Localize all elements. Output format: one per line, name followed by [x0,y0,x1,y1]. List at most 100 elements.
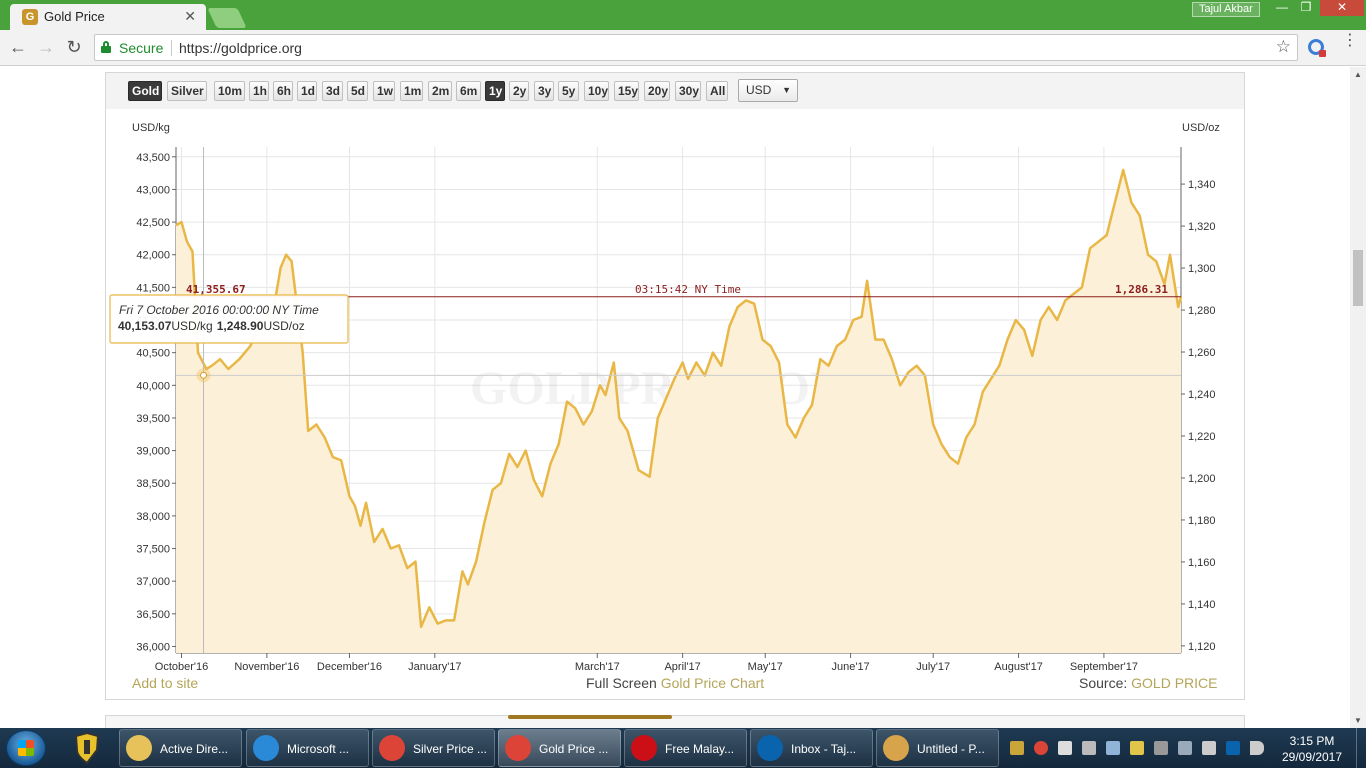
page-scrollbar[interactable]: ▲ ▼ [1350,67,1366,728]
range-button-3d[interactable]: 3d [322,81,343,101]
x-tick-label: July'17 [916,661,950,673]
range-button-all[interactable]: All [706,81,728,101]
url-text[interactable]: https://goldprice.org [179,40,302,56]
browser-title-bar: G Gold Price ✕ Tajul Akbar — ❐ ✕ [0,0,1366,30]
range-button-2y[interactable]: 2y [509,81,529,101]
x-tick-label: September'17 [1070,661,1138,673]
scroll-up-icon[interactable]: ▲ [1354,70,1362,79]
taskbar-item[interactable]: Free Malay... [624,729,747,767]
show-desktop-button[interactable] [1356,728,1366,768]
taskbar-item-label: Untitled - P... [917,742,985,756]
system-clock[interactable]: 3:15 PM 29/09/2017 [1277,733,1347,765]
tab-title: Gold Price [44,9,105,24]
taskbar-item-label: Active Dire... [160,742,229,756]
range-button-5y[interactable]: 5y [558,81,579,101]
tray-flag-icon[interactable] [1058,741,1072,755]
y-right-tick-label: 1,160 [1188,557,1216,569]
tray-usb-icon[interactable] [1154,741,1168,755]
browser-tab[interactable]: G Gold Price ✕ [10,4,206,30]
tray-outlook-icon[interactable] [1226,741,1240,755]
range-button-1w[interactable]: 1w [373,81,395,101]
taskbar-item[interactable]: Gold Price ... [498,729,621,767]
current-time-label: 03:15:42 NY Time [635,283,741,296]
tray-shield-icon[interactable] [1010,741,1024,755]
y-left-tick-label: 43,000 [136,184,170,196]
range-button-silver[interactable]: Silver [167,81,207,101]
profile-button[interactable]: Tajul Akbar [1192,2,1260,17]
x-tick-label: November'16 [234,661,299,673]
source-link[interactable]: GOLD PRICE [1131,675,1217,691]
taskbar-item[interactable]: Active Dire... [119,729,242,767]
tray-network-icon[interactable] [1106,741,1120,755]
tray-chrome-icon[interactable] [1034,741,1048,755]
minimize-button[interactable]: — [1271,0,1293,16]
y-left-tick-label: 37,000 [136,576,170,588]
reload-icon[interactable]: ↻ [64,37,84,57]
range-button-1y[interactable]: 1y [485,81,505,101]
range-button-15y[interactable]: 15y [614,81,639,101]
y-right-tick-label: 1,180 [1188,515,1216,527]
gold-price-chart[interactable]: 43,50043,00042,50042,00041,50041,00040,5… [106,109,1244,673]
chrome-icon [379,735,405,761]
close-window-button[interactable]: ✕ [1320,0,1364,16]
range-button-1h[interactable]: 1h [249,81,269,101]
y-left-tick-label: 38,500 [136,478,170,490]
range-button-3y[interactable]: 3y [534,81,554,101]
range-button-10m[interactable]: 10m [214,81,245,101]
extension-icon[interactable] [1308,39,1326,57]
currency-select[interactable]: USD ▼ [738,79,798,102]
tray-tool-icon[interactable] [1130,741,1144,755]
back-arrow-icon[interactable]: ← [8,37,28,57]
page-content: Gold Silver 10m 1h 6h 1d 3d 5d 1w 1m 2m 6m 1y 2y 3y 5y 1… [0,67,1350,728]
scroll-thumb[interactable] [1353,250,1363,306]
chrome-menu-icon[interactable]: ⋮ [1342,33,1358,49]
y-right-axis-label: USD/oz [1182,122,1220,134]
tooltip-kg-value: 40,153.07 [118,319,172,333]
y-right-tick-label: 1,340 [1188,179,1216,191]
taskbar-item[interactable]: Silver Price ... [372,729,495,767]
range-button-5d[interactable]: 5d [347,81,368,101]
y-left-tick-label: 38,000 [136,511,170,523]
add-to-site-link[interactable]: Add to site [132,675,198,691]
range-button-6m[interactable]: 6m [456,81,481,101]
range-button-10y[interactable]: 10y [584,81,609,101]
address-bar[interactable]: Secure https://goldprice.org ☆ [94,34,1298,61]
taskbar-item[interactable]: Untitled - P... [876,729,999,767]
tray-devices-icon[interactable] [1202,741,1216,755]
fullscreen-chart-link[interactable]: Gold Price Chart [661,675,764,691]
new-tab-button[interactable] [207,8,247,28]
range-button-1m[interactable]: 1m [400,81,423,101]
range-button-2m[interactable]: 2m [428,81,452,101]
dropdown-arrow-icon: ▼ [782,85,791,95]
chrome-icon [505,735,531,761]
maximize-button[interactable]: ❐ [1295,0,1317,16]
taskbar-item-label: Inbox - Taj... [791,742,857,756]
tab-close-icon[interactable]: ✕ [184,8,196,25]
bookmark-star-icon[interactable]: ☆ [1276,37,1291,57]
hover-point [200,371,208,379]
x-tick-label: June'17 [831,661,869,673]
range-button-gold[interactable]: Gold [128,81,162,101]
start-button[interactable] [6,730,46,766]
scroll-down-icon[interactable]: ▼ [1354,716,1362,725]
price-area [176,169,1181,653]
goldprice-favicon-icon: G [22,9,38,25]
range-button-30y[interactable]: 30y [675,81,701,101]
range-button-20y[interactable]: 20y [644,81,670,101]
tray-clipboard-icon[interactable] [1082,741,1096,755]
taskbar-item[interactable]: Microsoft ... [246,729,369,767]
taskbar-item-label: Free Malay... [665,742,735,756]
outlook-icon [757,735,783,761]
y-left-tick-label: 39,500 [136,413,170,425]
y-right-tick-label: 1,220 [1188,431,1216,443]
taskbar-item[interactable]: Inbox - Taj... [750,729,873,767]
tooltip-date: Fri 7 October 2016 00:00:00 NY Time [119,303,319,317]
lock-icon [101,41,111,53]
range-button-1d[interactable]: 1d [297,81,317,101]
forward-arrow-icon[interactable]: → [36,37,56,57]
range-button-6h[interactable]: 6h [273,81,293,101]
windows-taskbar: Active Dire... Microsoft ... Silver Price … [0,728,1366,768]
shield-app-icon[interactable] [62,730,112,766]
volume-icon[interactable] [1250,741,1264,755]
tray-monitor-icon[interactable] [1178,741,1192,755]
